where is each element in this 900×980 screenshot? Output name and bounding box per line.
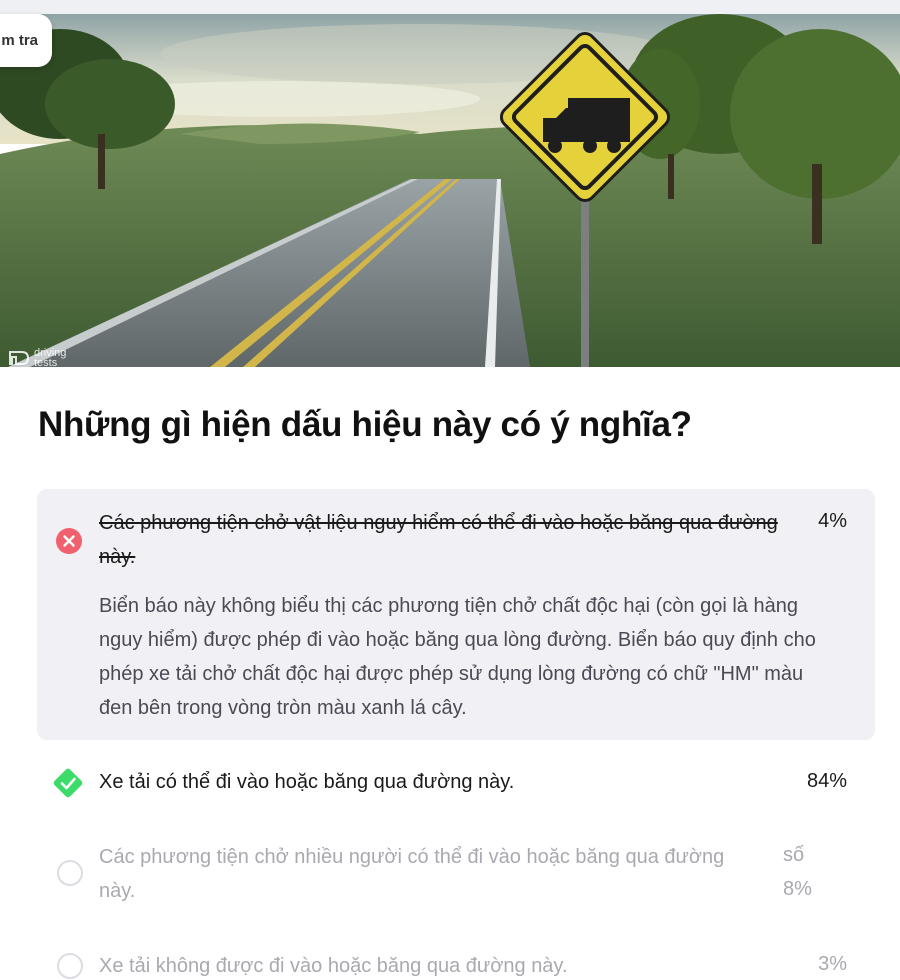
answer-text: Xe tải có thể đi vào hoặc băng qua đường… [99,771,515,793]
check-button-label: m tra [1,32,38,49]
close-icon [56,528,82,554]
driving-tests-logo-icon [9,351,30,365]
answer-percent-label: số [783,844,805,866]
driving-tests-logo: driving tests [8,348,66,367]
answer-percent: 3% [818,953,847,975]
answer-text: Xe tải không được đi vào hoặc băng qua đ… [99,955,568,977]
answer-percent: 8% [783,878,812,900]
question-image: driving tests [0,14,900,367]
radio-empty-icon [57,953,83,979]
answer-text: Các phương tiện chở vật liệu nguy hiểm c… [99,512,778,568]
answer-option-1[interactable]: Các phương tiện chở vật liệu nguy hiểm c… [37,489,875,740]
check-button[interactable]: m tra [0,14,52,67]
answer-option-4[interactable]: Xe tải không được đi vào hoặc băng qua đ… [37,948,875,980]
check-icon [53,768,83,798]
answer-explanation: Biển báo này không biểu thị các phương t… [99,595,816,719]
top-strip [0,0,900,14]
answer-option-3[interactable]: Các phương tiện chở nhiều người có thể đ… [37,840,875,910]
answer-option-2[interactable]: Xe tải có thể đi vào hoặc băng qua đường… [37,763,875,803]
question-title: Những gì hiện dấu hiệu này có ý nghĩa? [38,405,692,444]
answer-text: Các phương tiện chở nhiều người có thể đ… [99,846,725,902]
answer-percent: 4% [818,510,847,532]
watermark-line-2: tests [34,357,58,368]
radio-empty-icon [57,860,83,886]
answer-percent: 84% [806,770,847,792]
